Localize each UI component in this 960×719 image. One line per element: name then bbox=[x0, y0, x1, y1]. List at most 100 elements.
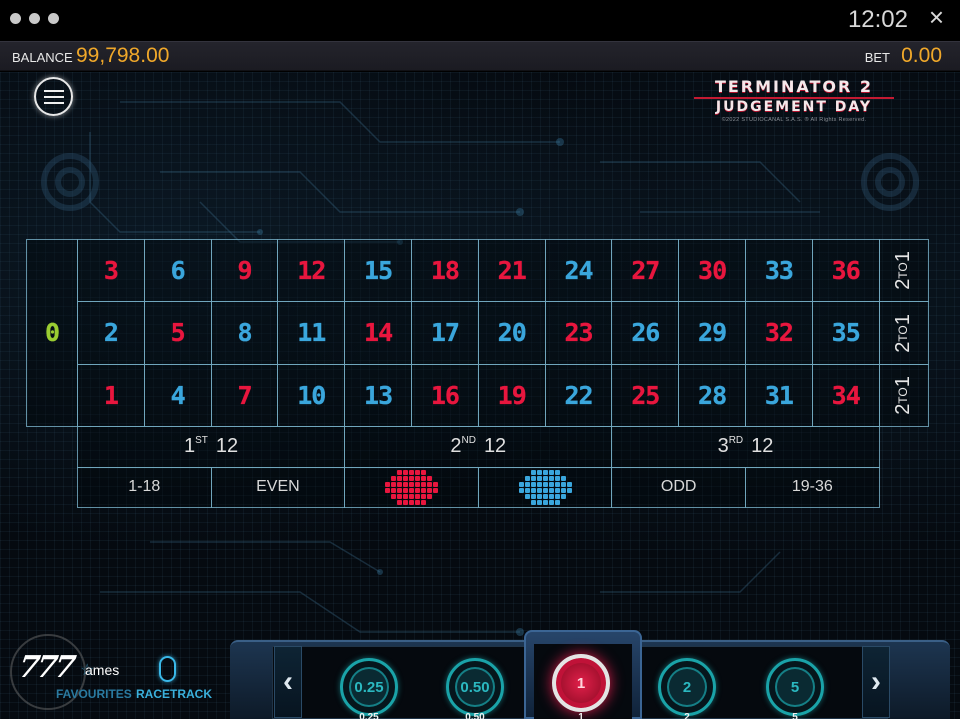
pixel bbox=[548, 469, 554, 475]
pixel bbox=[542, 469, 548, 475]
racetrack-icon[interactable] bbox=[159, 656, 176, 682]
outside-bet[interactable]: 19-36 bbox=[745, 466, 880, 508]
pixel bbox=[530, 499, 536, 505]
outside-bet[interactable]: 1-18 bbox=[77, 466, 212, 508]
pixel bbox=[542, 481, 548, 487]
chip-value: 0.50 bbox=[460, 678, 490, 696]
number-label: 16 bbox=[430, 380, 460, 410]
pixel bbox=[414, 493, 420, 499]
column-bet-2to1[interactable]: 2TO1 bbox=[878, 363, 929, 427]
chip-2[interactable]: 2 bbox=[658, 658, 716, 716]
pixel bbox=[536, 499, 542, 505]
bet-cell-number[interactable]: 5 bbox=[143, 301, 212, 365]
dozen-bet-2[interactable]: 2ND 12 bbox=[344, 425, 613, 468]
pixel bbox=[391, 500, 396, 505]
number-label: 13 bbox=[364, 380, 393, 410]
chip-1[interactable]: 1 bbox=[552, 654, 610, 712]
dozen-bet-1[interactable]: 1ST 12 bbox=[77, 425, 346, 468]
bet-cell-number[interactable]: 24 bbox=[544, 239, 613, 303]
dozen-12: 12 bbox=[751, 435, 774, 458]
pixel bbox=[536, 493, 542, 499]
chip-5[interactable]: 5 bbox=[766, 658, 824, 716]
chip-caption: 1 bbox=[578, 712, 584, 719]
number-label: 14 bbox=[364, 318, 393, 348]
bet-cell-number[interactable]: 15 bbox=[344, 239, 412, 303]
bet-cell-number[interactable]: 26 bbox=[611, 301, 680, 365]
bet-cell-number[interactable]: 31 bbox=[745, 363, 813, 427]
dozen-bet-3[interactable]: 3RD 12 bbox=[611, 425, 880, 468]
column-bet-part: TO bbox=[896, 262, 911, 279]
bet-cell-number[interactable]: 17 bbox=[411, 301, 479, 365]
pixel bbox=[396, 475, 402, 481]
black-bet[interactable] bbox=[477, 466, 613, 508]
column-bet-2to1[interactable]: 2TO1 bbox=[878, 239, 929, 303]
bet-cell-number[interactable]: 6 bbox=[143, 239, 212, 303]
pixel bbox=[402, 499, 408, 505]
bet-cell-number[interactable]: 18 bbox=[411, 239, 479, 303]
pixel bbox=[433, 476, 438, 481]
close-icon[interactable]: × bbox=[929, 4, 944, 30]
bet-cell-number[interactable]: 30 bbox=[678, 239, 746, 303]
bet-cell-number[interactable]: 4 bbox=[143, 363, 212, 427]
bet-cell-number[interactable]: 14 bbox=[344, 301, 412, 365]
bet-cell-number[interactable]: 34 bbox=[811, 363, 880, 427]
number-label: 23 bbox=[564, 318, 593, 348]
favourites-button[interactable]: FAVOURITES bbox=[56, 687, 132, 701]
column-bet-2to1[interactable]: 2TO1 bbox=[878, 301, 929, 365]
red-bet[interactable] bbox=[344, 466, 479, 508]
number-label: 6 bbox=[170, 256, 186, 286]
chip-0-50[interactable]: 0.50 bbox=[446, 658, 504, 716]
bet-cell-number[interactable]: 27 bbox=[611, 239, 680, 303]
pixel bbox=[567, 476, 572, 481]
racetrack-button[interactable]: RACETRACK bbox=[136, 687, 212, 701]
bet-cell-number[interactable]: 20 bbox=[477, 301, 546, 365]
pixel bbox=[414, 487, 420, 493]
bet-cell-number[interactable]: 19 bbox=[477, 363, 546, 427]
pixel bbox=[414, 481, 420, 487]
outside-bet[interactable]: ODD bbox=[611, 466, 746, 508]
bet-cell-number[interactable]: 32 bbox=[745, 301, 813, 365]
bet-cell-number[interactable]: 12 bbox=[277, 239, 346, 303]
bet-cell-number[interactable]: 28 bbox=[678, 363, 746, 427]
bet-cell-zero[interactable]: 0 bbox=[26, 239, 78, 427]
pixel bbox=[536, 469, 542, 475]
chevron-right-icon[interactable]: › bbox=[862, 646, 890, 718]
brand-logo-777: 777 bbox=[16, 650, 76, 685]
bet-cell-number[interactable]: 2 bbox=[77, 301, 145, 365]
bet-cell-number[interactable]: 3 bbox=[77, 239, 145, 303]
pixel bbox=[560, 475, 566, 481]
bet-cell-number[interactable]: 16 bbox=[411, 363, 479, 427]
bet-cell-number[interactable]: 7 bbox=[210, 363, 279, 427]
bet-cell-number[interactable]: 8 bbox=[210, 301, 279, 365]
bet-cell-number[interactable]: 25 bbox=[611, 363, 680, 427]
outside-bet[interactable]: EVEN bbox=[210, 466, 346, 508]
bet-cell-number[interactable]: 23 bbox=[544, 301, 613, 365]
hamburger-line bbox=[43, 89, 64, 92]
bet-cell-number[interactable]: 1 bbox=[77, 363, 145, 427]
bet-cell-number[interactable]: 11 bbox=[277, 301, 346, 365]
pixel bbox=[519, 476, 524, 481]
bet-cell-number[interactable]: 9 bbox=[210, 239, 279, 303]
bet-cell-number[interactable]: 10 bbox=[277, 363, 346, 427]
chip-0-25[interactable]: 0.25 bbox=[340, 658, 398, 716]
pixel bbox=[567, 500, 572, 505]
bet-cell-number[interactable]: 33 bbox=[745, 239, 813, 303]
pixel bbox=[390, 481, 396, 487]
pixel bbox=[420, 499, 426, 505]
bet-cell-number[interactable]: 22 bbox=[544, 363, 613, 427]
bet-cell-number[interactable]: 35 bbox=[811, 301, 880, 365]
outside-bet-label: EVEN bbox=[256, 478, 300, 496]
more-options-icon[interactable] bbox=[10, 13, 59, 24]
menu-button[interactable] bbox=[34, 77, 73, 116]
pixel bbox=[426, 481, 432, 487]
column-bet-part: TO bbox=[896, 387, 911, 404]
dozen-num: 2 bbox=[450, 435, 462, 458]
bet-cell-number[interactable]: 21 bbox=[477, 239, 546, 303]
pixel bbox=[385, 500, 390, 505]
chevron-left-icon[interactable]: ‹ bbox=[274, 646, 302, 718]
bet-cell-number[interactable]: 29 bbox=[678, 301, 746, 365]
pixel bbox=[402, 469, 408, 475]
bet-cell-number[interactable]: 36 bbox=[811, 239, 880, 303]
bet-cell-number[interactable]: 13 bbox=[344, 363, 412, 427]
pixel bbox=[530, 487, 536, 493]
